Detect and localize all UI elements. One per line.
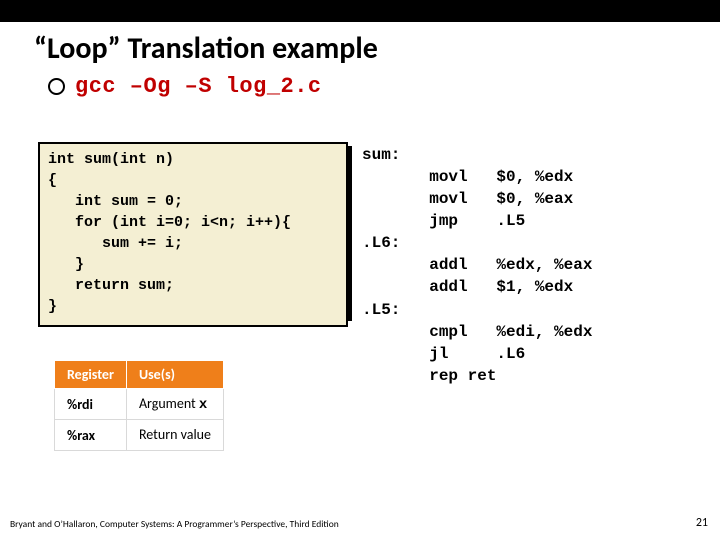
assembly-code: sum: movl $0, %edx movl $0, %eax jmp .L5…	[362, 144, 592, 387]
footer-citation: Bryant and O’Hallaron, Computer Systems:…	[10, 518, 339, 530]
bullet-icon	[48, 78, 65, 95]
header-use: Use(s)	[126, 361, 223, 389]
c-source-code: int sum(int n) { int sum = 0; for (int i…	[38, 142, 348, 327]
header-register: Register	[55, 361, 127, 389]
use-code: x	[199, 397, 207, 413]
gcc-command: gcc –Og –S log_2.c	[75, 74, 322, 99]
cell-use: Argument x	[126, 389, 223, 420]
use-text: Argument	[139, 395, 199, 412]
table-row: %rax Return value	[55, 420, 224, 451]
cell-register: %rax	[55, 420, 127, 451]
table-header-row: Register Use(s)	[55, 361, 224, 389]
use-text: Return value	[139, 426, 211, 443]
page-number: 21	[696, 516, 708, 530]
top-black-bar	[0, 0, 720, 22]
table-row: %rdi Argument x	[55, 389, 224, 420]
cell-register: %rdi	[55, 389, 127, 420]
slide-title: “Loop” Translation example	[34, 30, 378, 67]
register-table: Register Use(s) %rdi Argument x %rax Ret…	[54, 360, 224, 451]
cell-use: Return value	[126, 420, 223, 451]
command-bullet: gcc –Og –S log_2.c	[48, 74, 322, 99]
